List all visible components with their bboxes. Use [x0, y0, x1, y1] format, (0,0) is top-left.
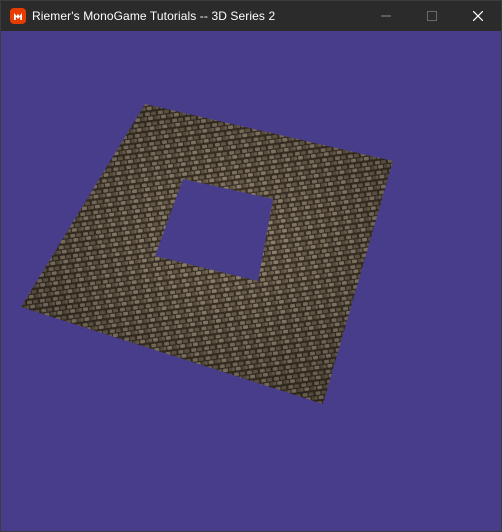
minimize-button[interactable]: [363, 1, 409, 31]
title-bar[interactable]: Riemer's MonoGame Tutorials -- 3D Series…: [1, 1, 501, 31]
game-viewport[interactable]: [1, 31, 501, 531]
maximize-icon: [427, 11, 437, 21]
rendered-scene: [21, 104, 393, 404]
window-title: Riemer's MonoGame Tutorials -- 3D Series…: [32, 9, 276, 23]
close-button[interactable]: [455, 1, 501, 31]
app-window: Riemer's MonoGame Tutorials -- 3D Series…: [0, 0, 502, 532]
minimize-icon: [381, 15, 391, 17]
monogame-logo-icon[interactable]: [10, 8, 26, 24]
window-controls: [363, 1, 501, 31]
maximize-button[interactable]: [409, 1, 455, 31]
close-icon: [473, 11, 483, 21]
